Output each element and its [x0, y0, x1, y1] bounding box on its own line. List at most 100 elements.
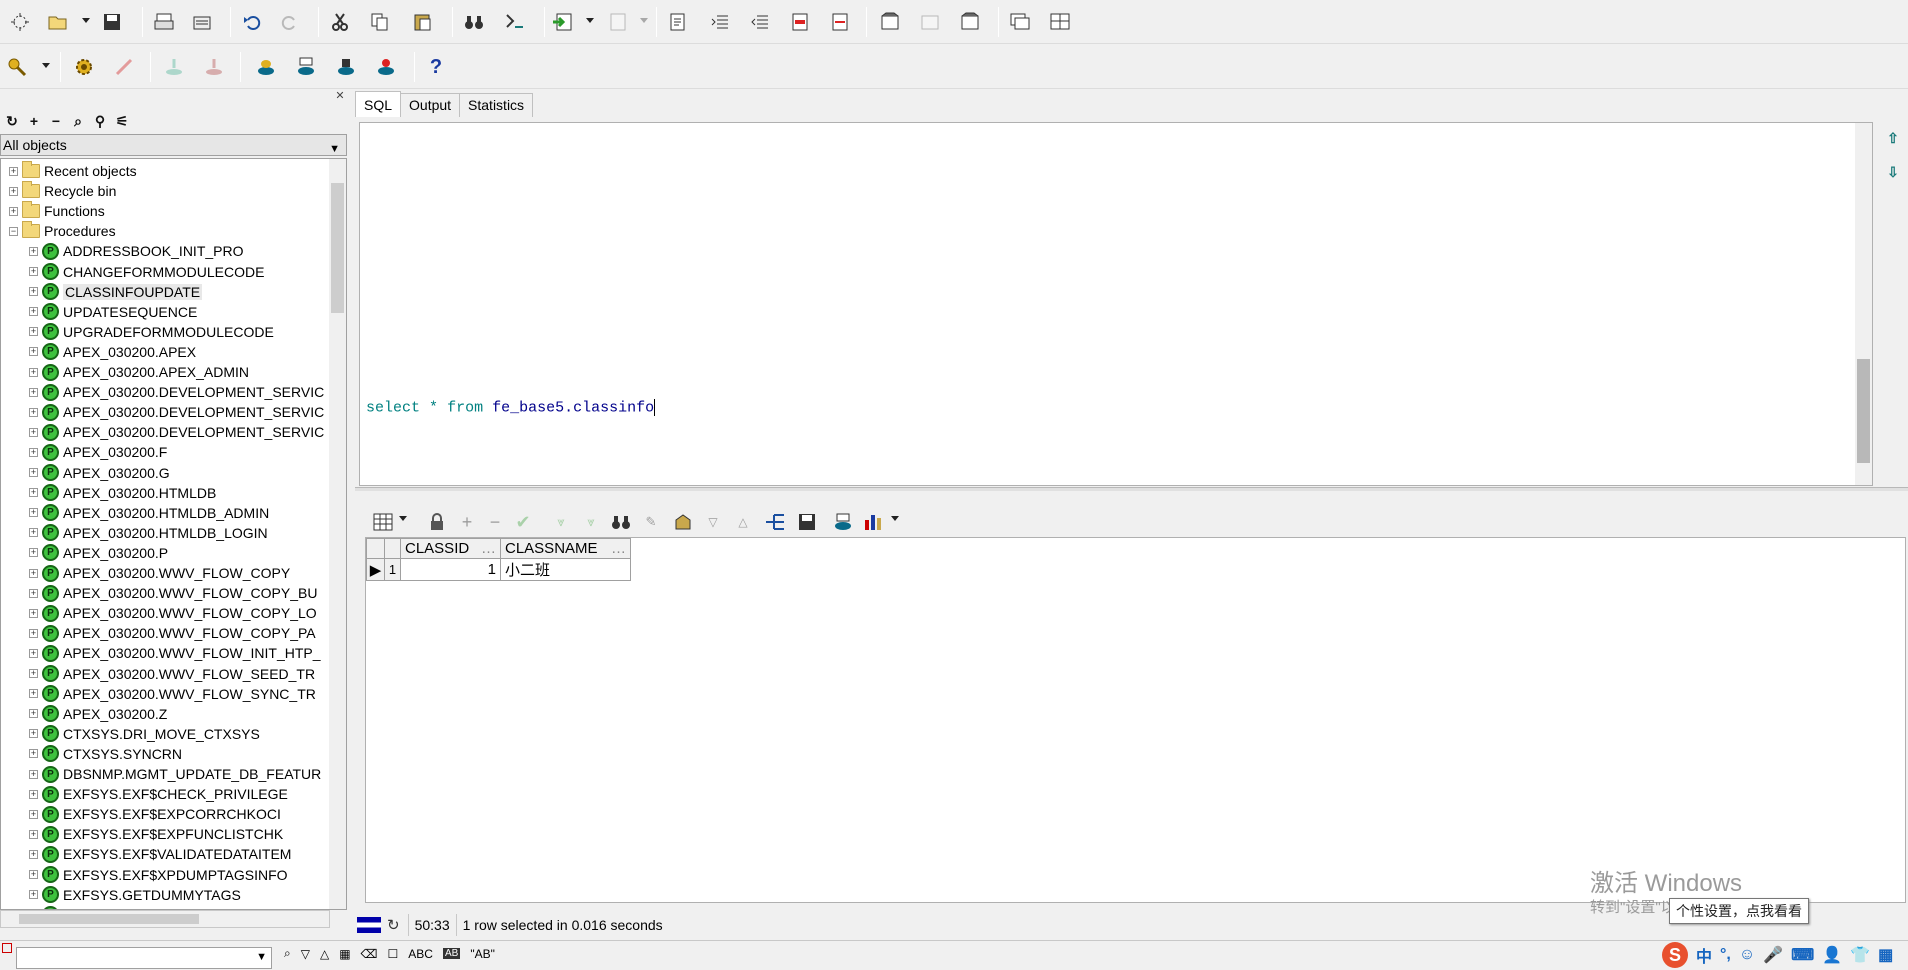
find-icon[interactable]: ⌕: [284, 946, 291, 961]
expand-icon[interactable]: +: [29, 327, 38, 337]
tree-item[interactable]: + P APEX_030200.WWV_FLOW_COPY_BU: [29, 583, 317, 603]
chevron-down-icon[interactable]: ▼: [256, 951, 267, 963]
regex-icon[interactable]: ☐: [388, 947, 399, 961]
copy-icon[interactable]: [366, 8, 394, 36]
add-icon[interactable]: +: [26, 113, 42, 129]
arrow-down-icon[interactable]: ⇩: [1886, 164, 1900, 180]
microphone-icon[interactable]: 🎤: [1763, 945, 1783, 965]
tree-item[interactable]: + P CHANGEFORMMODULECODE: [29, 262, 264, 282]
fetch-icon[interactable]: [160, 53, 188, 81]
expand-icon[interactable]: +: [29, 387, 38, 397]
user-icon[interactable]: 👤: [1822, 945, 1842, 965]
tree-item[interactable]: + P EXFSYS.GETDUMMYTAGS: [29, 885, 241, 905]
next-record-icon[interactable]: △: [729, 508, 757, 536]
expand-icon[interactable]: +: [29, 809, 38, 819]
lock-icon[interactable]: [423, 508, 451, 536]
expand-icon[interactable]: +: [29, 669, 38, 678]
arrow-up-icon[interactable]: ⇧: [1886, 130, 1900, 146]
disconnect-icon[interactable]: [372, 53, 400, 81]
window-list-icon[interactable]: [1006, 8, 1034, 36]
chevron-down-icon[interactable]: ▼: [329, 139, 340, 159]
post-icon[interactable]: [200, 53, 228, 81]
tree-folder[interactable]: + Recent objects: [9, 161, 137, 181]
expand-icon[interactable]: +: [29, 789, 38, 799]
expand-icon[interactable]: +: [29, 407, 38, 417]
comment-icon[interactable]: [786, 8, 814, 36]
sogou-logo-icon[interactable]: S: [1662, 942, 1688, 968]
tree-item[interactable]: + P APEX_030200.HTMLDB_LOGIN: [29, 523, 268, 543]
tree-item[interactable]: + P EXFSYS.EXF$XPDUMPTAGSINFO: [29, 865, 288, 885]
whole-word-icon[interactable]: AB: [442, 948, 461, 959]
ime-language[interactable]: 中: [1696, 943, 1712, 967]
expand-icon[interactable]: +: [29, 588, 38, 598]
expand-icon[interactable]: +: [9, 206, 18, 216]
highlight-icon[interactable]: ▦: [339, 947, 350, 961]
explain-plan-icon[interactable]: [876, 8, 904, 36]
rollback-icon[interactable]: [956, 8, 984, 36]
sql-text[interactable]: select * from fe_base5.classinfo: [366, 399, 656, 416]
break-icon[interactable]: [604, 8, 632, 36]
unindent-icon[interactable]: [746, 8, 774, 36]
expand-icon[interactable]: +: [29, 689, 38, 699]
tree-item[interactable]: + P APEX_030200.APEX_ADMIN: [29, 362, 249, 382]
cell-classname[interactable]: 小二班: [500, 558, 631, 581]
tree-item[interactable]: + P APEX_030200.HTMLDB: [29, 483, 216, 503]
refresh-icon[interactable]: ↻: [4, 113, 20, 130]
post-changes-icon[interactable]: ✔: [509, 508, 537, 536]
find-in-grid-icon[interactable]: [607, 508, 635, 536]
expand-icon[interactable]: +: [29, 829, 38, 839]
tree-item[interactable]: + P APEX_030200.HTMLDB_ADMIN: [29, 503, 269, 523]
find-next-icon[interactable]: ▽: [301, 947, 310, 961]
tree-item[interactable]: + P EXFSYS.EXF$EXPCORRCHKOCI: [29, 804, 281, 824]
menu-grid-icon[interactable]: ▦: [1878, 945, 1893, 965]
undo-icon[interactable]: [238, 8, 266, 36]
expand-icon[interactable]: +: [29, 447, 38, 457]
new-icon[interactable]: [6, 8, 34, 36]
expand-icon[interactable]: +: [29, 709, 38, 719]
tree-item[interactable]: + P UPGRADEFORMMODULECODE: [29, 322, 274, 342]
expand-icon[interactable]: +: [29, 427, 38, 437]
tree-item[interactable]: + P APEX_030200.DEVELOPMENT_SERVIC: [29, 382, 324, 402]
find-icon[interactable]: [460, 8, 488, 36]
remove-icon[interactable]: −: [48, 113, 64, 129]
tree-vertical-scrollbar[interactable]: [329, 159, 346, 909]
expand-icon[interactable]: +: [29, 548, 38, 558]
print-grid-icon[interactable]: [829, 508, 857, 536]
tree-folder[interactable]: − Procedures: [9, 221, 116, 241]
close-icon[interactable]: [2, 943, 12, 953]
open-icon[interactable]: [44, 8, 72, 36]
find-previous-icon[interactable]: △: [320, 947, 329, 961]
tree-item[interactable]: + P APEX_030200.WWV_FLOW_COPY_PA: [29, 623, 316, 643]
expand-icon[interactable]: +: [29, 347, 38, 357]
grid-icon[interactable]: [369, 508, 397, 536]
filter-icon[interactable]: ⚲: [92, 113, 108, 130]
print-setup-icon[interactable]: [188, 8, 216, 36]
tree-item[interactable]: + P APEX_030200.APEX: [29, 342, 196, 362]
tree-item[interactable]: + P EXFSYS.EXF$EXPFUNCLISTCHK: [29, 824, 283, 844]
last-page-icon[interactable]: ⩔: [577, 508, 605, 536]
expand-icon[interactable]: +: [9, 186, 18, 196]
database-connect-icon[interactable]: [252, 53, 280, 81]
tree-item[interactable]: + P UPDATESEQUENCE: [29, 302, 197, 322]
expand-icon[interactable]: +: [29, 849, 38, 859]
column-header-classname[interactable]: CLASSNAME…: [500, 538, 631, 559]
expand-icon[interactable]: +: [29, 870, 38, 879]
expand-icon[interactable]: +: [29, 729, 38, 739]
punctuation-icon[interactable]: °,: [1720, 946, 1731, 964]
tree-item[interactable]: + P DBSNMP.MGMT_UPDATE_DB_FEATUR: [29, 764, 321, 784]
tree-item[interactable]: + P EXFSYS.EXF$CHECK_PRIVILEGE: [29, 784, 288, 804]
uncomment-icon[interactable]: [826, 8, 854, 36]
eraser-icon[interactable]: ⌫: [361, 947, 378, 961]
cell-classid[interactable]: 1: [400, 558, 501, 581]
command-window-icon[interactable]: [332, 53, 360, 81]
help-icon[interactable]: ?: [422, 53, 450, 81]
table-row[interactable]: ▶ 1 1 小二班: [366, 558, 631, 581]
tree-item[interactable]: + P APEX_030200.WWV_FLOW_COPY_LO: [29, 603, 317, 623]
query-by-example-icon[interactable]: [669, 508, 697, 536]
tab-output[interactable]: Output: [400, 93, 461, 117]
tree-item[interactable]: + P APEX_030200.G: [29, 463, 170, 483]
delete-record-icon[interactable]: −: [481, 508, 509, 536]
redo-icon[interactable]: [276, 8, 304, 36]
expand-icon[interactable]: +: [29, 287, 38, 297]
emoji-icon[interactable]: ☺: [1739, 946, 1755, 964]
